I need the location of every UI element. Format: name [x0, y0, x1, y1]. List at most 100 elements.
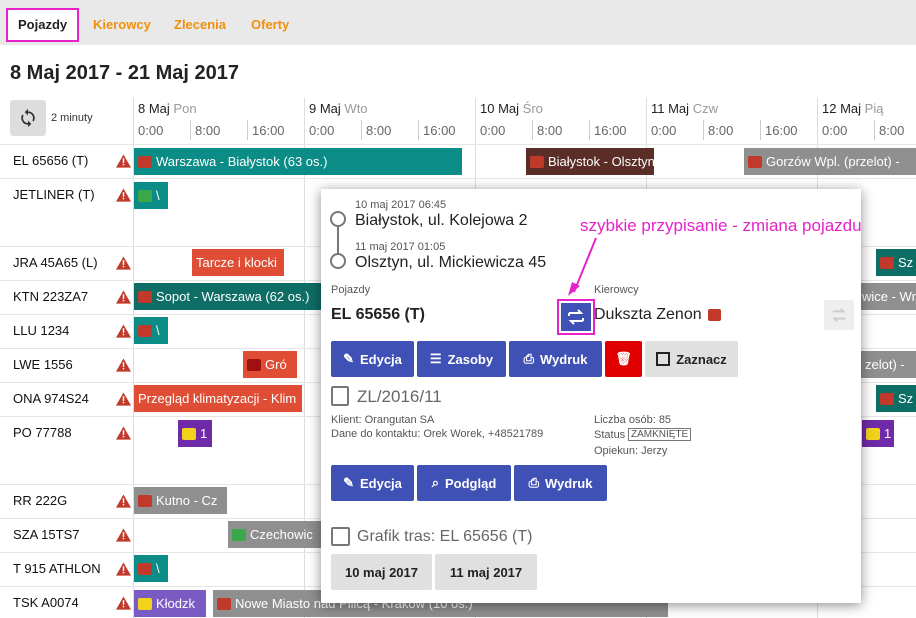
swap-icon	[568, 309, 584, 325]
vehicle-name[interactable]: T 915 ATHLON	[13, 561, 101, 576]
vehicle-name[interactable]: SZA 15TS7	[13, 527, 79, 542]
date-button[interactable]: 10 maj 2017	[331, 554, 432, 590]
departure-address: Białystok, ul. Kolejowa 2	[355, 212, 528, 229]
warning-icon	[116, 188, 131, 202]
hour-label: 0:00	[822, 123, 848, 138]
trip-bar[interactable]: \	[134, 317, 168, 344]
day-header: 11 Maj Czw	[651, 101, 718, 116]
bus-icon	[138, 598, 152, 610]
alert-icon	[217, 598, 231, 610]
alert-icon	[880, 393, 894, 405]
trip-bar[interactable]: Sz	[876, 249, 916, 276]
trip-bar[interactable]: wice - Wr	[858, 283, 916, 310]
preview-button[interactable]: ⌕ Podgląd	[417, 465, 511, 501]
tab-pojazdy[interactable]: Pojazdy	[6, 8, 80, 42]
order-edit-button[interactable]: ✎ Edycja	[331, 465, 414, 501]
trip-bar[interactable]: Warszawa - Białystok (63 os.)	[134, 148, 462, 175]
checkbox-icon	[656, 352, 671, 366]
mark-button[interactable]: Zaznacz	[645, 341, 738, 377]
bus-icon	[138, 156, 152, 168]
vehicle-name[interactable]: ONA 974S24	[13, 391, 89, 406]
assigned-vehicle: EL 65656 (T)	[331, 306, 425, 323]
tab-oferty[interactable]: Oferty	[251, 8, 289, 42]
route-line-icon	[330, 211, 346, 269]
delete-button[interactable]: 🗑	[605, 341, 642, 377]
trip-bar[interactable]: 1	[862, 420, 894, 447]
trip-bar[interactable]: \	[134, 182, 168, 209]
tab-zlecenia[interactable]: Zlecenia	[174, 8, 226, 42]
trip-bar[interactable]: Gró	[243, 351, 297, 378]
vehicle-name[interactable]: RR 222G	[13, 493, 67, 508]
vehicle-name[interactable]: LLU 1234	[13, 323, 69, 338]
trip-bar[interactable]: 1	[178, 420, 212, 447]
vehicle-name[interactable]: LWE 1556	[13, 357, 73, 372]
hour-label: 8:00	[879, 123, 905, 138]
warning-icon	[116, 358, 131, 372]
vehicle-name[interactable]: PO 77788	[13, 425, 72, 440]
swap-vehicle-button[interactable]	[557, 299, 595, 335]
warning-icon	[116, 392, 131, 406]
vehicle-name[interactable]: JETLINER (T)	[13, 187, 95, 202]
printer-icon: ⎙	[528, 475, 539, 490]
hour-label: 16:00	[594, 123, 627, 138]
trip-bar[interactable]: Przegląd klimatyzacji - Klim	[134, 385, 302, 412]
vehicle-name[interactable]: JRA 45A65 (L)	[13, 255, 98, 270]
bus-icon	[138, 190, 152, 202]
schedule-title: Grafik tras: EL 65656 (T)	[357, 528, 533, 545]
persons-count: Liczba osób: 85	[594, 414, 672, 426]
warning-icon	[116, 290, 131, 304]
hour-label: 8:00	[366, 123, 392, 138]
refresh-interval: 2 minuty	[51, 112, 93, 124]
alert-icon	[247, 359, 261, 371]
day-header: 10 Maj Śro	[480, 101, 543, 116]
day-header: 12 Maj Pią	[822, 101, 884, 116]
day-header: 9 Maj Wto	[309, 101, 368, 116]
guardian: Opiekun: Jerzy	[594, 445, 668, 457]
trip-bar[interactable]: \	[134, 555, 168, 582]
hour-label: 8:00	[537, 123, 563, 138]
alert-icon	[708, 309, 721, 321]
hour-label: 0:00	[138, 123, 164, 138]
pencil-icon: ✎	[343, 351, 354, 366]
trip-bar[interactable]: Kłodzk	[134, 590, 206, 617]
trip-bar[interactable]: zelot) -	[861, 351, 916, 378]
vehicle-name[interactable]: TSK A0074	[13, 595, 79, 610]
refresh-button[interactable]	[10, 100, 46, 136]
trip-bar[interactable]: Czechowic	[228, 521, 322, 548]
warning-icon	[866, 428, 880, 440]
tab-kierowcy[interactable]: Kierowcy	[93, 8, 151, 42]
alert-icon	[530, 156, 544, 168]
tab-bar: Pojazdy Kierowcy Zlecenia Oferty	[0, 0, 916, 45]
alert-icon	[748, 156, 762, 168]
trip-bar[interactable]: Białystok - Olsztyn	[526, 148, 654, 175]
warning-icon	[116, 562, 131, 576]
hour-label: 8:00	[195, 123, 221, 138]
order-print-button[interactable]: ⎙ Wydruk	[514, 465, 607, 501]
document-icon	[331, 386, 349, 406]
annotation-arrow	[568, 237, 597, 296]
contact-info: Dane do kontaktu: Orek Worek, +48521789	[331, 428, 544, 440]
trip-bar[interactable]: Gorzów Wpl. (przelot) -	[744, 148, 916, 175]
trip-bar[interactable]: Sz	[876, 385, 916, 412]
trip-bar[interactable]: Kutno - Cz	[134, 487, 227, 514]
warning-icon	[116, 494, 131, 508]
edit-button[interactable]: ✎ Edycja	[331, 341, 414, 377]
vehicle-label: Pojazdy	[331, 284, 371, 296]
trip-bar[interactable]: Tarcze i klocki	[192, 249, 284, 276]
warning-icon	[116, 528, 131, 542]
vehicle-name[interactable]: KTN 223ZA7	[13, 289, 88, 304]
list-check-icon: ☰	[429, 351, 442, 366]
print-button[interactable]: ⎙ Wydruk	[509, 341, 602, 377]
hour-label: 0:00	[309, 123, 335, 138]
printer-icon: ⎙	[523, 351, 534, 366]
resources-button[interactable]: ☰ Zasoby	[417, 341, 506, 377]
alert-icon	[880, 257, 894, 269]
warning-icon	[116, 256, 131, 270]
trash-icon: 🗑	[615, 351, 632, 366]
trip-bar[interactable]: Sopot - Warszawa (62 os.)	[134, 283, 324, 310]
warning-icon	[182, 428, 196, 440]
vehicle-name[interactable]: EL 65656 (T)	[13, 153, 88, 168]
swap-driver-button[interactable]	[824, 300, 854, 330]
swap-icon	[832, 308, 846, 322]
date-button[interactable]: 11 maj 2017	[435, 554, 537, 590]
